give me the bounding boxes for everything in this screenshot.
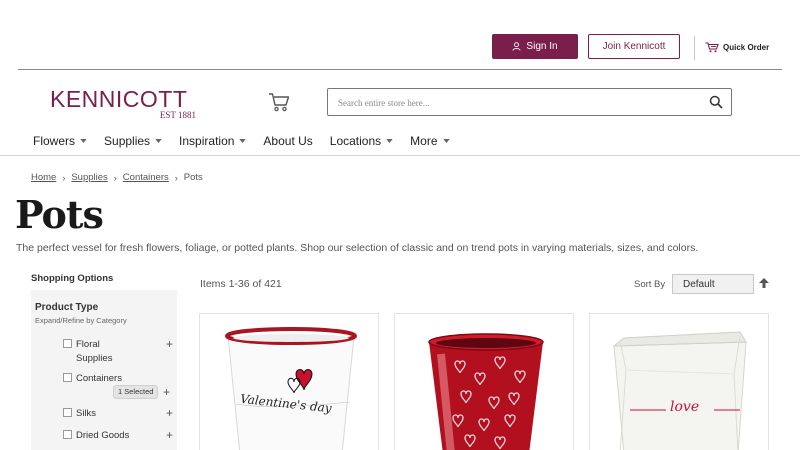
nav-item-supplies[interactable]: Supplies bbox=[104, 133, 162, 149]
filter-checkbox[interactable] bbox=[63, 339, 72, 348]
product-card[interactable]: love bbox=[589, 313, 769, 450]
filter-item-floral-supplies: Floral Supplies + bbox=[63, 338, 177, 366]
sort-label: Sort By bbox=[634, 279, 666, 290]
user-icon bbox=[512, 42, 521, 51]
filter-panel: Product Type Expand/Refine by Category F… bbox=[31, 290, 177, 450]
expand-icon[interactable]: + bbox=[166, 338, 173, 350]
items-count: Items 1-36 of 421 bbox=[200, 278, 282, 290]
logo-text: KENNICOTT bbox=[50, 86, 188, 112]
cart-icon[interactable] bbox=[268, 92, 290, 112]
pot-text: love bbox=[670, 399, 699, 415]
nav-item-inspiration[interactable]: Inspiration bbox=[179, 133, 247, 149]
quick-order-label: Quick Order bbox=[723, 42, 770, 52]
filter-item-dried-goods: Dried Goods + bbox=[63, 429, 177, 443]
expand-icon[interactable]: + bbox=[163, 386, 173, 398]
filter-item-containers: Containers bbox=[63, 372, 177, 386]
breadcrumb-home[interactable]: Home bbox=[31, 172, 56, 183]
nav-label: Supplies bbox=[104, 134, 151, 148]
filter-label: Containers bbox=[76, 373, 122, 384]
nav-item-locations[interactable]: Locations bbox=[330, 133, 393, 149]
sign-in-label: Sign In bbox=[526, 41, 558, 52]
top-bar: Sign In Join Kennicott Quick Order bbox=[0, 0, 800, 70]
selected-badge[interactable]: 1 Selected bbox=[113, 385, 159, 399]
filter-label-line: Floral bbox=[76, 339, 100, 350]
search-box bbox=[327, 88, 732, 116]
breadcrumb: Home › Supplies › Containers › Pots bbox=[31, 172, 203, 183]
product-image: love bbox=[612, 331, 747, 450]
nav-label: Inspiration bbox=[179, 134, 235, 148]
expand-icon[interactable]: + bbox=[166, 407, 173, 419]
shopping-options-heading: Shopping Options bbox=[31, 273, 114, 284]
chevron-down-icon bbox=[386, 139, 393, 143]
page-title: Pots bbox=[15, 192, 104, 237]
breadcrumb-containers[interactable]: Containers bbox=[123, 172, 169, 183]
nav-label: Flowers bbox=[33, 134, 76, 148]
filter-label-line: Supplies bbox=[76, 353, 113, 364]
product-image bbox=[428, 333, 544, 450]
nav-label: About Us bbox=[263, 134, 313, 148]
expand-icon[interactable]: + bbox=[166, 429, 173, 441]
filter-label: Silks bbox=[76, 408, 97, 419]
filter-title[interactable]: Product Type bbox=[35, 302, 98, 313]
filter-subtitle: Expand/Refine by Category bbox=[35, 316, 127, 325]
filter-checkbox[interactable] bbox=[63, 373, 72, 382]
page-description: The perfect vessel for fresh flowers, fo… bbox=[16, 242, 699, 254]
nav-label: Locations bbox=[329, 134, 382, 148]
quick-cart-icon bbox=[705, 41, 719, 52]
main-nav: Flowers Supplies Inspiration About Us Lo… bbox=[33, 133, 450, 149]
filter-item-silks: Silks + bbox=[63, 407, 177, 421]
product-card[interactable] bbox=[394, 313, 574, 450]
chevron-down-icon bbox=[442, 139, 450, 143]
breadcrumb-current: Pots bbox=[183, 172, 203, 183]
breadcrumb-separator: › bbox=[174, 172, 178, 183]
product-card[interactable]: Valentine's day bbox=[199, 313, 379, 450]
product-image: Valentine's day bbox=[225, 327, 357, 450]
search-input[interactable] bbox=[338, 95, 688, 111]
nav-item-more[interactable]: More bbox=[410, 133, 450, 149]
join-button[interactable]: Join Kennicott bbox=[588, 34, 680, 59]
filter-label: Dried Goods bbox=[76, 430, 130, 441]
breadcrumb-supplies[interactable]: Supplies bbox=[71, 172, 107, 183]
search-icon[interactable] bbox=[709, 95, 723, 109]
breadcrumb-separator: › bbox=[113, 172, 117, 183]
sign-in-button[interactable]: Sign In bbox=[492, 34, 578, 59]
filter-checkbox[interactable] bbox=[63, 430, 72, 439]
join-label: Join Kennicott bbox=[602, 41, 666, 52]
divider bbox=[18, 69, 782, 70]
nav-item-flowers[interactable]: Flowers bbox=[33, 133, 87, 149]
divider bbox=[694, 36, 695, 60]
nav-item-about-us[interactable]: About Us bbox=[263, 133, 312, 149]
kennicott-logo[interactable]: KENNICOTT EST 1881 bbox=[50, 86, 198, 126]
filter-checkbox[interactable] bbox=[63, 408, 72, 417]
nav-label: More bbox=[410, 134, 438, 148]
quick-order-link[interactable]: Quick Order bbox=[705, 40, 769, 54]
breadcrumb-separator: › bbox=[62, 172, 66, 183]
filter-label: Floral Supplies bbox=[76, 338, 112, 366]
divider bbox=[0, 155, 800, 156]
chevron-down-icon bbox=[155, 139, 162, 143]
chevron-down-icon bbox=[80, 139, 87, 143]
sort-direction-icon[interactable] bbox=[759, 278, 769, 288]
chevron-down-icon bbox=[239, 139, 247, 143]
sort-select[interactable]: Default bbox=[672, 274, 754, 294]
